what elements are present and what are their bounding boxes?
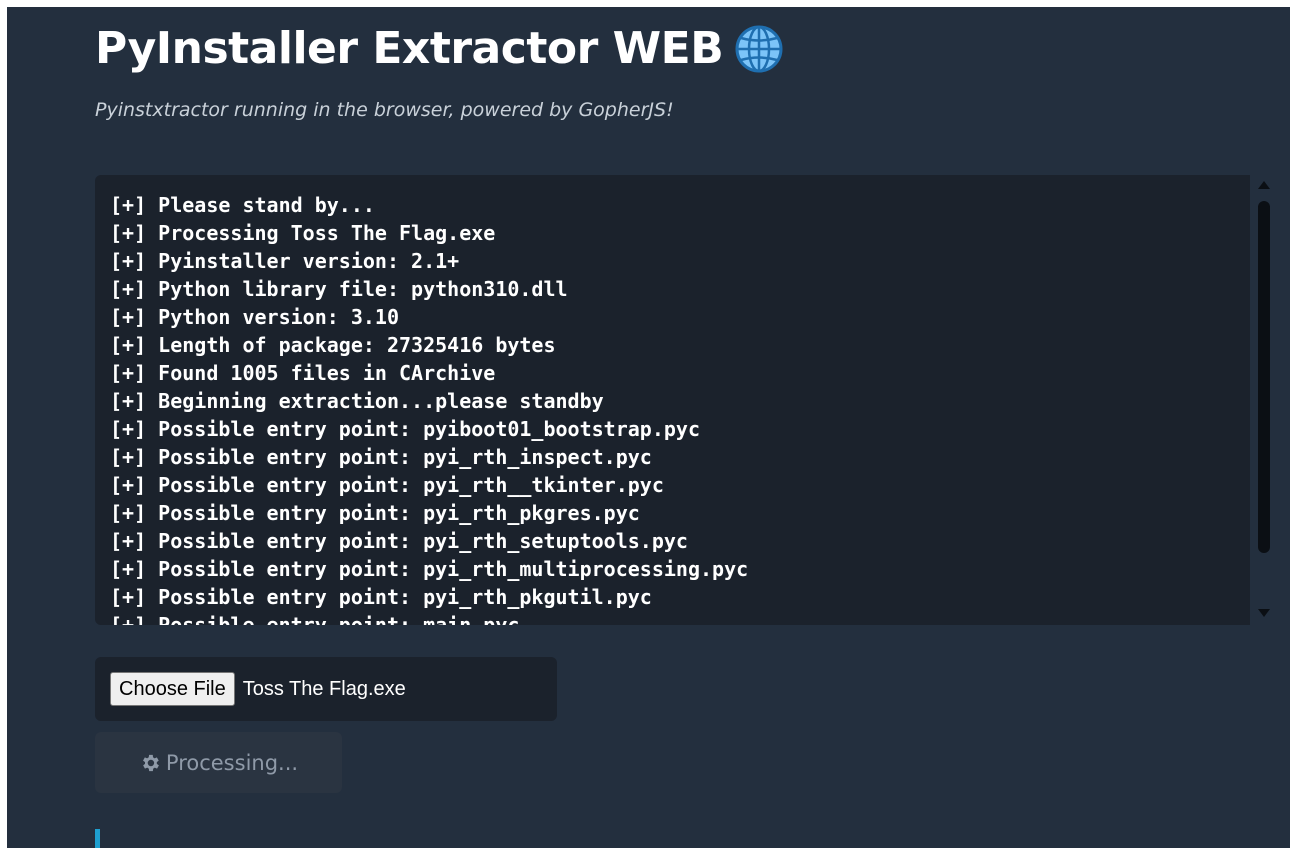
- processing-button-label: Processing...: [165, 750, 299, 775]
- console-line: [+] Possible entry point: pyiboot01_boot…: [110, 417, 701, 441]
- console-line: [+] Possible entry point: pyi_rth__tkint…: [110, 473, 664, 497]
- console-line: [+] Possible entry point: pyi_rth_setupt…: [110, 529, 688, 553]
- console-line: [+] Pyinstaller version: 2.1+: [110, 249, 460, 273]
- console-panel: [+] Please stand by... [+] Processing To…: [95, 175, 1250, 625]
- console-line: [+] Possible entry point: pyi_rth_inspec…: [110, 445, 652, 469]
- header: PyInstaller Extractor WEB: [95, 17, 785, 81]
- console-line: [+] Beginning extraction...please standb…: [110, 389, 604, 413]
- choose-file-button[interactable]: Choose File: [110, 672, 235, 706]
- console-line: [+] Please stand by...: [110, 193, 375, 217]
- console-line: [+] Python version: 3.10: [110, 305, 399, 329]
- console-line: [+] Possible entry point: main.pyc: [110, 613, 520, 625]
- gear-icon: [142, 754, 159, 771]
- console-line: [+] Python library file: python310.dll: [110, 277, 568, 301]
- console-output[interactable]: [+] Please stand by... [+] Processing To…: [95, 175, 1275, 625]
- console-line: [+] Possible entry point: pyi_rth_pkgres…: [110, 501, 640, 525]
- processing-button[interactable]: Processing...: [95, 732, 342, 793]
- scroll-up-arrow-icon[interactable]: [1258, 181, 1270, 189]
- console-scrollbar[interactable]: [1251, 175, 1275, 625]
- selected-file-name: Toss The Flag.exe: [242, 677, 406, 700]
- footer-accent-bar: [95, 829, 100, 848]
- scroll-thumb[interactable]: [1258, 201, 1270, 553]
- console-line: [+] Found 1005 files in CArchive: [110, 361, 496, 385]
- console-lines: [+] Please stand by... [+] Processing To…: [95, 175, 1250, 625]
- console-line: [+] Length of package: 27325416 bytes: [110, 333, 556, 357]
- app-page: PyInstaller Extractor WEB Pyinstxtractor…: [7, 7, 1290, 848]
- file-input-box: Choose File Toss The Flag.exe: [95, 657, 557, 721]
- console-line: [+] Processing Toss The Flag.exe: [110, 221, 496, 245]
- globe-icon: [735, 25, 783, 73]
- console-line: [+] Possible entry point: pyi_rth_pkguti…: [110, 585, 652, 609]
- page-title: PyInstaller Extractor WEB: [95, 23, 724, 74]
- console-line: [+] Possible entry point: pyi_rth_multip…: [110, 557, 749, 581]
- scroll-down-arrow-icon[interactable]: [1258, 609, 1270, 617]
- page-subtitle: Pyinstxtractor running in the browser, p…: [95, 99, 674, 121]
